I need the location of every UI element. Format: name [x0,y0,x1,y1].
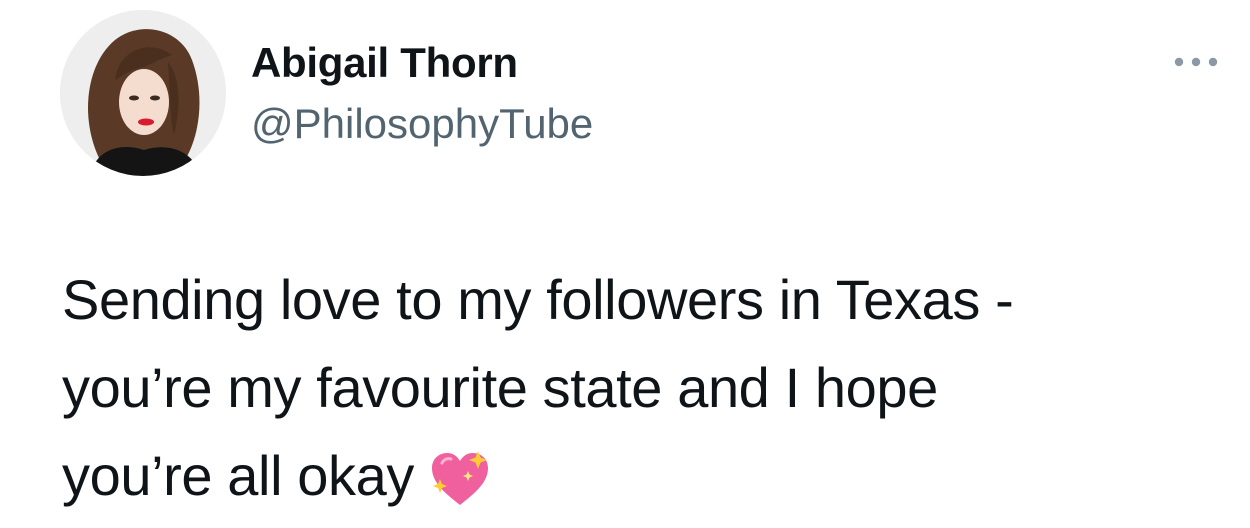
avatar-photo [60,10,226,176]
author-display-name[interactable]: Abigail Thorn [251,38,518,88]
sparkling-heart-icon [428,449,492,509]
more-options-button[interactable] [1168,48,1224,76]
tweet-text-content: Sending love to my followers in Texas - … [62,268,1014,507]
more-horizontal-icon [1174,57,1218,67]
avatar[interactable] [60,10,226,176]
tweet-text: Sending love to my followers in Texas - … [62,256,1222,520]
tweet-card: Abigail Thorn @PhilosophyTube Sending lo… [0,0,1250,528]
author-handle[interactable]: @PhilosophyTube [251,99,593,149]
